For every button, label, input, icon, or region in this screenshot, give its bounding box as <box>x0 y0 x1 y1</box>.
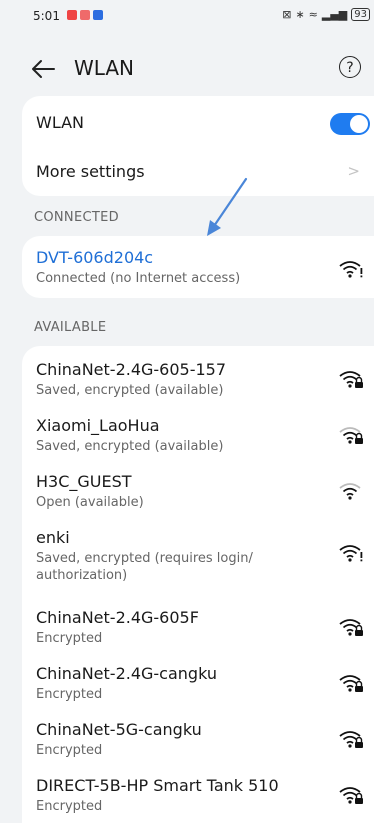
connected-card: DVT-606d204c Connected (no Internet acce… <box>22 236 374 298</box>
network-row-connected[interactable]: DVT-606d204c Connected (no Internet acce… <box>22 248 374 287</box>
network-row[interactable]: ChinaNet-2.4G-605-157 Saved, encrypted (… <box>22 360 374 399</box>
status-icons: ⊠ ∗ ≈ ▂▄▆ 93 <box>282 8 370 21</box>
wifi-warning-icon <box>339 545 363 562</box>
section-title-connected: CONNECTED <box>34 210 119 225</box>
status-time: 5:01 <box>33 9 60 23</box>
network-ssid: Xiaomi_LaoHua <box>36 416 160 435</box>
battery-indicator: 93 <box>351 8 370 21</box>
section-title-available: AVAILABLE <box>34 320 107 335</box>
wifi-weak-icon <box>339 483 361 500</box>
status-bar: 5:01 ⊠ ∗ ≈ ▂▄▆ 93 <box>0 0 374 30</box>
wifi-lock-icon <box>339 787 363 804</box>
network-row[interactable]: ChinaNet-2.4G-cangku Encrypted <box>22 664 374 703</box>
network-status: Connected (no Internet access) <box>36 271 241 286</box>
wifi-status-icon: ≈ <box>308 8 318 21</box>
wlan-label: WLAN <box>36 113 85 132</box>
page-title: WLAN <box>74 56 135 80</box>
wifi-lock-icon <box>339 675 363 692</box>
bluetooth-icon: ∗ <box>295 8 305 21</box>
signal-icon: ▂▄▆ <box>321 8 348 21</box>
notification-icon <box>93 10 103 20</box>
network-row[interactable]: DIRECT-5B-HP Smart Tank 510 Encrypted <box>22 776 374 815</box>
network-status: Open (available) <box>36 495 144 510</box>
wifi-lock-icon <box>339 731 363 748</box>
chevron-right-icon: > <box>347 162 360 180</box>
wlan-toggle-row[interactable]: WLAN <box>22 96 374 150</box>
network-ssid: ChinaNet-2.4G-cangku <box>36 664 217 683</box>
network-row[interactable]: Xiaomi_LaoHua Saved, encrypted (availabl… <box>22 416 374 455</box>
network-ssid: DVT-606d204c <box>36 248 154 267</box>
wifi-lock-icon <box>339 371 363 388</box>
wifi-lock-icon <box>339 619 363 636</box>
network-status: Encrypted <box>36 631 103 646</box>
back-arrow-icon[interactable] <box>30 58 56 80</box>
network-row[interactable]: H3C_GUEST Open (available) <box>22 472 374 511</box>
nfc-icon: ⊠ <box>282 8 292 21</box>
available-networks-card: ChinaNet-2.4G-605-157 Saved, encrypted (… <box>22 346 374 823</box>
network-status: Encrypted <box>36 687 103 702</box>
network-row[interactable]: enki Saved, encrypted (requires login/ a… <box>22 528 374 584</box>
network-row[interactable]: ChinaNet-5G-cangku Encrypted <box>22 720 374 759</box>
network-ssid: ChinaNet-2.4G-605-157 <box>36 360 227 379</box>
wlan-settings-card: WLAN More settings > <box>22 96 374 196</box>
toggle-knob <box>350 115 368 133</box>
wifi-lock-weak-icon <box>339 427 363 444</box>
help-icon[interactable]: ? <box>339 56 361 78</box>
wifi-warning-icon <box>339 261 363 278</box>
network-status: Encrypted <box>36 743 103 758</box>
network-status: Saved, encrypted (requires login/ author… <box>36 551 253 583</box>
network-status: Encrypted <box>36 799 103 814</box>
network-ssid: ChinaNet-2.4G-605F <box>36 608 199 627</box>
network-status: Saved, encrypted (available) <box>36 383 224 398</box>
more-settings-row[interactable]: More settings > <box>22 150 374 196</box>
wlan-toggle[interactable] <box>330 113 370 135</box>
network-ssid: ChinaNet-5G-cangku <box>36 720 202 739</box>
notification-icon <box>80 10 90 20</box>
network-ssid: DIRECT-5B-HP Smart Tank 510 <box>36 776 279 795</box>
notification-icon <box>67 10 77 20</box>
network-row[interactable]: ChinaNet-2.4G-605F Encrypted <box>22 608 374 647</box>
network-ssid: enki <box>36 528 70 547</box>
network-status: Saved, encrypted (available) <box>36 439 224 454</box>
network-ssid: H3C_GUEST <box>36 472 132 491</box>
header: WLAN ? <box>0 40 374 96</box>
more-settings-label: More settings <box>36 162 145 181</box>
